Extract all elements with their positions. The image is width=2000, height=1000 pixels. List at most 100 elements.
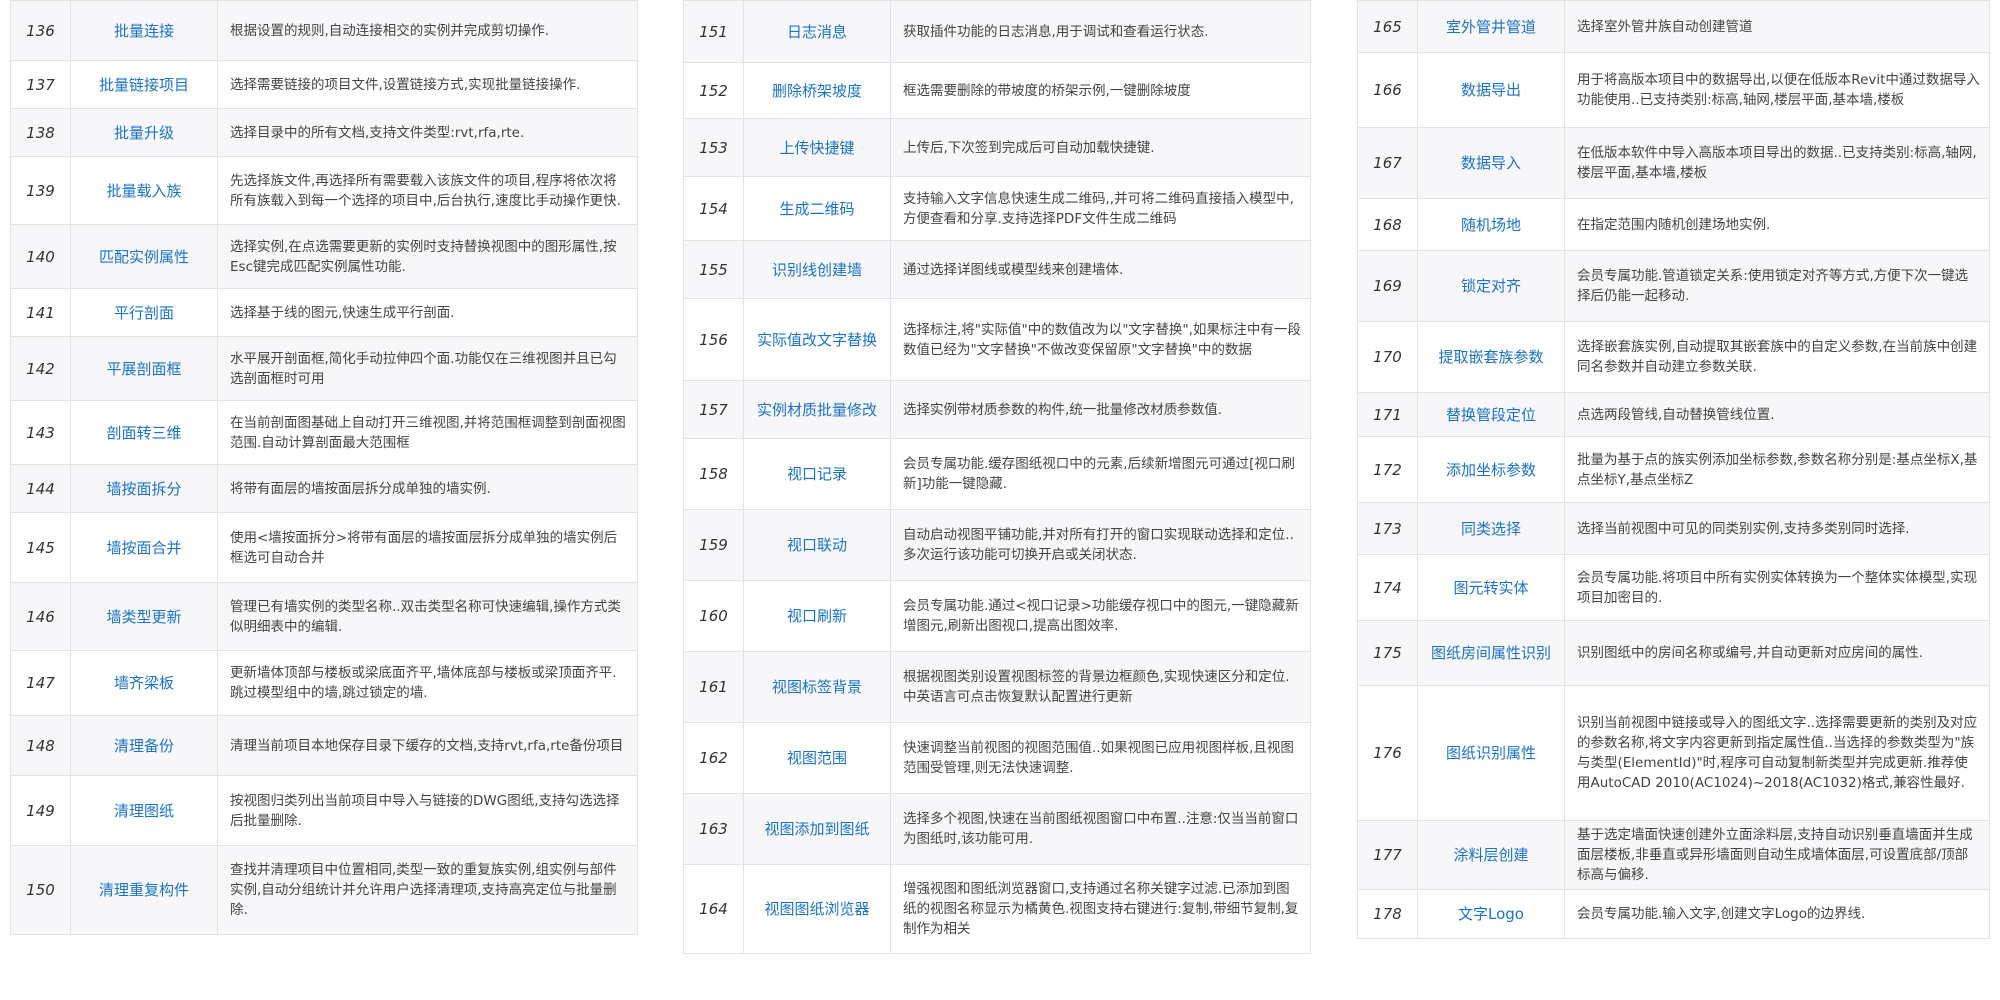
feature-name-cell: 识别线创建墙 xyxy=(743,240,891,299)
feature-description: 水平展开剖面框,简化手动拉伸四个面.功能仅在三维视图并且已勾选剖面框时可用 xyxy=(230,350,617,387)
feature-name-link[interactable]: 替换管段定位 xyxy=(1446,406,1536,424)
feature-name-link[interactable]: 视图添加到图纸 xyxy=(764,820,869,838)
feature-description: 选择标注,将"实际值"中的数值改为以"文字替换",如果标注中有一段数值已经为"文… xyxy=(903,321,1301,358)
feature-name-link[interactable]: 批量升级 xyxy=(114,124,174,142)
feature-name-link[interactable]: 视口联动 xyxy=(787,536,847,554)
feature-name-link[interactable]: 匹配实例属性 xyxy=(99,248,189,266)
row-number: 154 xyxy=(683,176,744,241)
table-row: 154 生成二维码 支持输入文字信息快速生成二维码,,并可将二维码直接插入模型中,方… xyxy=(683,176,1311,241)
row-number: 143 xyxy=(10,400,71,465)
feature-name-link[interactable]: 视图范围 xyxy=(787,749,847,767)
feature-name-link[interactable]: 实例材质批量修改 xyxy=(757,401,877,419)
feature-name-link[interactable]: 批量连接 xyxy=(114,22,174,40)
feature-name-link[interactable]: 批量链接项目 xyxy=(99,76,189,94)
table-row: 150 清理重复构件 查找并清理项目中位置相同,类型一致的重复族实例,组实例与部件实… xyxy=(10,845,638,935)
feature-name-cell: 涂料层创建 xyxy=(1417,820,1565,890)
feature-description-cell: 选择实例带材质参数的构件,统一批量修改材质参数值. xyxy=(890,380,1311,439)
feature-description: 先选择族文件,再选择所有需要载入该族文件的项目,程序将依次将所有族载入到每一个选… xyxy=(230,172,621,209)
feature-name-link[interactable]: 剖面转三维 xyxy=(106,424,181,442)
feature-name-cell: 平行剖面 xyxy=(70,288,218,337)
table-row: 146 墙类型更新 管理已有墙实例的类型名称..双击类型名称可快速编辑,操作方式类似… xyxy=(10,582,638,651)
feature-description-cell: 选择嵌套族实例,自动提取其嵌套族中的自定义参数,在当前族中创建同名参数并自动建立… xyxy=(1564,321,1990,393)
table-row: 149 清理图纸 按视图归类列出当前项目中导入与链接的DWG图纸,支持勾选选择后批量… xyxy=(10,775,638,846)
feature-name-link[interactable]: 生成二维码 xyxy=(779,200,854,218)
feature-table-panel-2: 151 日志消息 获取插件功能的日志消息,用于调试和查看运行状态. 152 删除桥架坡度… xyxy=(683,0,1311,954)
feature-description-cell: 选择需要链接的项目文件,设置链接方式,实现批量链接操作. xyxy=(217,60,638,109)
table-row: 140 匹配实例属性 选择实例,在点选需要更新的实例时支持替换视图中的图形属性,按E… xyxy=(10,224,638,289)
row-number: 152 xyxy=(683,62,744,119)
feature-name-link[interactable]: 实际值改文字替换 xyxy=(757,331,877,349)
feature-name-link[interactable]: 同类选择 xyxy=(1461,520,1521,538)
feature-name-cell: 匹配实例属性 xyxy=(70,224,218,289)
row-number: 175 xyxy=(1357,620,1418,686)
feature-name-link[interactable]: 随机场地 xyxy=(1461,216,1521,234)
feature-name-link[interactable]: 墙齐梁板 xyxy=(114,674,174,692)
feature-name-link[interactable]: 删除桥架坡度 xyxy=(772,82,862,100)
table-row: 166 数据导出 用于将高版本项目中的数据导出,以便在低版本Revit中通过数据导入… xyxy=(1357,52,1990,128)
table-row: 172 添加坐标参数 批量为基于点的族实例添加坐标参数,参数名称分别是:基点坐标X,… xyxy=(1357,436,1990,503)
feature-name-link[interactable]: 视口刷新 xyxy=(787,607,847,625)
feature-name-link[interactable]: 提取嵌套族参数 xyxy=(1438,348,1543,366)
feature-name-link[interactable]: 墙类型更新 xyxy=(106,608,181,626)
row-number: 165 xyxy=(1357,0,1418,53)
feature-description: 批量为基于点的族实例添加坐标参数,参数名称分别是:基点坐标X,基点坐标Y,基点坐… xyxy=(1577,451,1978,488)
row-number: 172 xyxy=(1357,436,1418,503)
row-number: 177 xyxy=(1357,820,1418,890)
table-row: 158 视口记录 会员专属功能.缓存图纸视口中的元素,后续新增图元可通过[视口刷新]… xyxy=(683,438,1311,510)
feature-name-link[interactable]: 数据导出 xyxy=(1461,81,1521,99)
row-number: 156 xyxy=(683,298,744,381)
feature-description-cell: 选择实例,在点选需要更新的实例时支持替换视图中的图形属性,按Esc键完成匹配实例… xyxy=(217,224,638,289)
feature-description: 根据视图类别设置视图标签的背景边框颜色,实现快速区分和定位.中英语言可点击恢复默… xyxy=(903,669,1290,705)
feature-table-panel-1: 136 批量连接 根据设置的规则,自动连接相交的实例并完成剪切操作. 137 批量链接项… xyxy=(10,0,638,935)
feature-name-link[interactable]: 平展剖面框 xyxy=(106,360,181,378)
feature-name-link[interactable]: 墙按面合并 xyxy=(106,539,181,557)
feature-name-cell: 视图范围 xyxy=(743,722,891,794)
feature-name-cell: 锁定对齐 xyxy=(1417,250,1565,322)
feature-name-link[interactable]: 识别线创建墙 xyxy=(772,261,862,279)
feature-name-link[interactable]: 文字Logo xyxy=(1458,905,1524,923)
feature-name-link[interactable]: 视图标签背景 xyxy=(772,678,862,696)
feature-name-link[interactable]: 清理图纸 xyxy=(114,802,174,820)
row-number: 169 xyxy=(1357,250,1418,322)
row-number: 141 xyxy=(10,288,71,337)
feature-name-link[interactable]: 上传快捷键 xyxy=(779,139,854,157)
feature-name-link[interactable]: 添加坐标参数 xyxy=(1446,461,1536,479)
row-number: 146 xyxy=(10,582,71,651)
feature-name-link[interactable]: 数据导入 xyxy=(1461,154,1521,172)
feature-name-link[interactable]: 图纸识别属性 xyxy=(1446,744,1536,762)
feature-name-link[interactable]: 平行剖面 xyxy=(114,304,174,322)
feature-description-cell: 快速调整当前视图的视图范围值..如果视图已应用视图样板,且视图范围受管理,则无法… xyxy=(890,722,1311,794)
row-number: 159 xyxy=(683,509,744,581)
row-number: 147 xyxy=(10,650,71,716)
feature-description: 会员专属功能.缓存图纸视口中的元素,后续新增图元可通过[视口刷新]功能一键隐藏. xyxy=(903,456,1295,492)
feature-description-cell: 选择当前视图中可见的同类别实例,支持多类别同时选择. xyxy=(1564,502,1990,555)
feature-description-cell: 框选需要删除的带坡度的桥架示例,一键删除坡度 xyxy=(890,62,1311,119)
table-row: 143 剖面转三维 在当前剖面图基础上自动打开三维视图,并将范围框调整到剖面视图范围… xyxy=(10,400,638,465)
feature-name-link[interactable]: 图元转实体 xyxy=(1453,579,1528,597)
feature-name-link[interactable]: 清理备份 xyxy=(114,737,174,755)
feature-name-link[interactable]: 图纸房间属性识别 xyxy=(1431,644,1551,662)
feature-name-cell: 室外管井管道 xyxy=(1417,0,1565,53)
feature-description: 更新墙体顶部与楼板或梁底面齐平,墙体底部与楼板或梁顶面齐平.跳过模型组中的墙,跳… xyxy=(230,665,617,701)
table-row: 177 涂料层创建 基于选定墙面快速创建外立面涂料层,支持自动识别垂直墙面并生成面层… xyxy=(1357,820,1990,890)
table-row: 151 日志消息 获取插件功能的日志消息,用于调试和查看运行状态. xyxy=(683,0,1311,63)
feature-name-link[interactable]: 墙按面拆分 xyxy=(106,480,181,498)
feature-name-link[interactable]: 锁定对齐 xyxy=(1461,277,1521,295)
feature-description-cell: 按视图归类列出当前项目中导入与链接的DWG图纸,支持勾选选择后批量删除. xyxy=(217,775,638,846)
feature-name-link[interactable]: 视口记录 xyxy=(787,465,847,483)
feature-name-link[interactable]: 室外管井管道 xyxy=(1446,18,1536,36)
feature-description: 会员专属功能.通过<视口记录>功能缓存视口中的图元,一键隐藏新增图元,刷新出图视… xyxy=(903,598,1299,634)
table-row: 165 室外管井管道 选择室外管井族自动创建管道 xyxy=(1357,0,1990,53)
feature-name-link[interactable]: 涂料层创建 xyxy=(1453,846,1528,864)
table-row: 174 图元转实体 会员专属功能.将项目中所有实例实体转换为一个整体实体模型,实现项… xyxy=(1357,554,1990,621)
feature-name-link[interactable]: 日志消息 xyxy=(787,23,847,41)
feature-description: 会员专属功能.管道锁定关系:使用锁定对齐等方式,方便下次一键选择后仍能一起移动. xyxy=(1577,268,1969,304)
feature-name-link[interactable]: 清理重复构件 xyxy=(99,881,189,899)
feature-name-link[interactable]: 视图图纸浏览器 xyxy=(764,900,869,918)
feature-name-cell: 实际值改文字替换 xyxy=(743,298,891,381)
table-row: 159 视口联动 自动启动视图平铺功能,并对所有打开的窗口实现联动选择和定位..多次… xyxy=(683,509,1311,581)
feature-description: 会员专属功能.将项目中所有实例实体转换为一个整体实体模型,实现项目加密目的. xyxy=(1577,569,1978,606)
feature-table-1: 136 批量连接 根据设置的规则,自动连接相交的实例并完成剪切操作. 137 批量链接项… xyxy=(10,0,638,935)
feature-description-cell: 识别图纸中的房间名称或编号,并自动更新对应房间的属性. xyxy=(1564,620,1990,686)
feature-name-link[interactable]: 批量载入族 xyxy=(106,182,181,200)
